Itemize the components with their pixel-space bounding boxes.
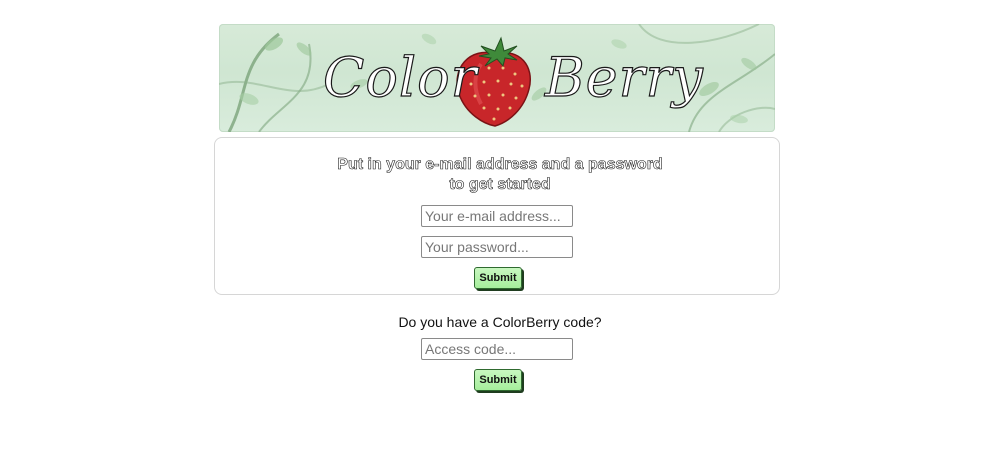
login-heading: Put in your e-mail address and a passwor…: [0, 155, 1000, 195]
login-heading-line1: Put in your e-mail address and a passwor…: [337, 156, 663, 174]
password-input[interactable]: [421, 236, 573, 258]
logo-text-berry: Berry: [544, 46, 704, 109]
login-submit-button[interactable]: Submit: [474, 267, 522, 289]
logo-text-color: Color: [322, 46, 478, 109]
page: Color Berry Put in your e-mail address a…: [0, 0, 1000, 458]
colorberry-banner: Color Berry: [219, 24, 775, 132]
access-code-input[interactable]: [421, 338, 573, 360]
email-input[interactable]: [421, 205, 573, 227]
login-heading-line2: to get started: [449, 176, 551, 194]
access-code-submit-button[interactable]: Submit: [474, 369, 522, 391]
access-code-question: Do you have a ColorBerry code?: [398, 314, 602, 330]
